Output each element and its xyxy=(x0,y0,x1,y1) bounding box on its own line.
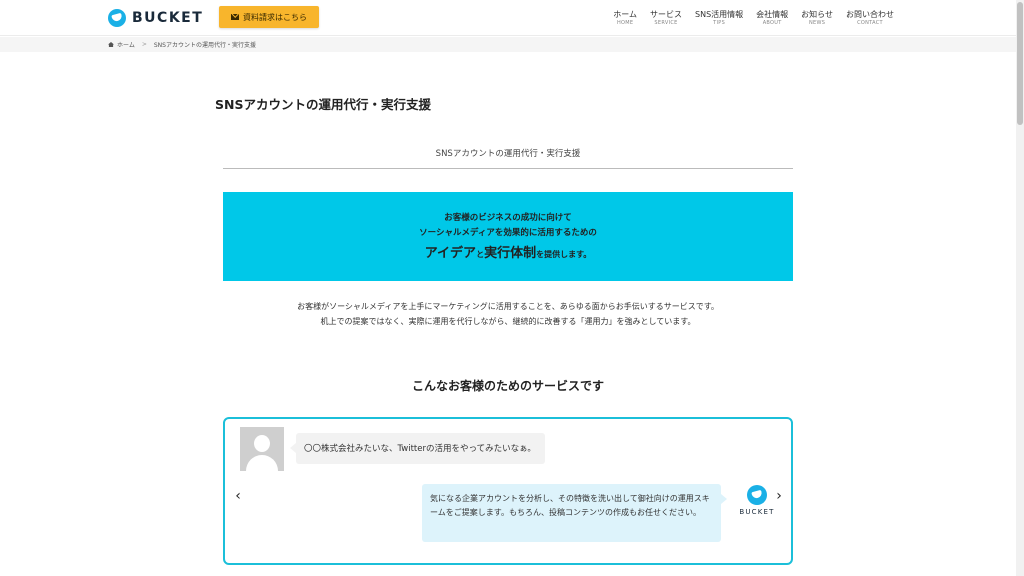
case-carousel: 〇〇株式会社みたいな、Twitterの活用をやってみたいなぁ。 ‹ 気になる企業… xyxy=(223,417,793,565)
banner-line-3: アイデアと実行体制を提供します。 xyxy=(223,242,793,261)
section-heading: SNSアカウントの運用代行・実行支援 xyxy=(435,149,581,159)
breadcrumb-bar: ホーム > SNSアカウントの運用代行・実行支援 xyxy=(0,37,1016,52)
logo-text: BUCKET xyxy=(132,10,204,26)
section-divider xyxy=(223,168,793,169)
bucket-logo-icon xyxy=(747,485,767,505)
bucket-avatar-label: BUCKET xyxy=(739,508,775,516)
nav-label: サービス xyxy=(650,10,683,19)
request-materials-label: 資料請求はこちら xyxy=(243,12,307,22)
breadcrumb-current: SNSアカウントの運用代行・実行支援 xyxy=(153,42,256,49)
banner-line-1: お客様のビジネスの成功に向けて xyxy=(444,213,572,223)
service-description: お客様がソーシャルメディアを上手にマーケティングに活用することを、あらゆる面から… xyxy=(223,299,793,329)
banner-connector: と xyxy=(476,250,485,259)
nav-label: 会社情報 xyxy=(756,10,789,19)
nav-item-tips[interactable]: SNS活用情報 TIPS xyxy=(695,10,743,27)
breadcrumb: ホーム > SNSアカウントの運用代行・実行支援 xyxy=(108,40,256,49)
nav-label: お問い合わせ xyxy=(846,10,894,19)
banner-emphasis-idea: アイデア xyxy=(424,246,477,261)
customer-speech-bubble: 〇〇株式会社みたいな、Twitterの活用をやってみたいなぁ。 xyxy=(290,433,545,464)
bucket-speech-bubble: 気になる企業アカウントを分析し、その特徴を洗い出して御社向けの運用スキームをご提… xyxy=(422,484,727,542)
customer-avatar xyxy=(240,427,284,471)
page-scrollbar[interactable] xyxy=(1016,0,1024,576)
nav-sublabel: CONTACT xyxy=(857,20,883,26)
banner-tail: を提供します。 xyxy=(536,250,592,259)
description-line-1: お客様がソーシャルメディアを上手にマーケティングに活用することを、あらゆる面から… xyxy=(297,302,719,311)
hero-banner: お客様のビジネスの成功に向けて ソーシャルメディアを効果的に活用するための アイ… xyxy=(223,192,793,281)
banner-line-2: ソーシャルメディアを効果的に活用するための xyxy=(419,228,597,238)
nav-sublabel: NEWS xyxy=(808,20,826,26)
main-nav: ホーム HOME サービス SERVICE SNS活用情報 TIPS 会社情報 … xyxy=(613,10,894,27)
description-line-2: 机上での提案ではなく、実際に運用を代行しながら、継続的に改善する「運用力」を強み… xyxy=(320,317,696,326)
carousel-next-button[interactable]: › xyxy=(772,489,786,503)
bucket-logo-icon xyxy=(108,9,126,27)
request-materials-button[interactable]: 資料請求はこちら xyxy=(219,6,319,28)
carousel-prev-button[interactable]: ‹ xyxy=(231,489,245,503)
breadcrumb-home-link[interactable]: ホーム xyxy=(117,40,135,49)
site-header: BUCKET 資料請求はこちら ホーム HOME サービス SERVICE SN… xyxy=(0,0,1016,36)
nav-label: SNS活用情報 xyxy=(695,10,744,19)
avatar-head xyxy=(254,435,270,452)
banner-emphasis-structure: 実行体制 xyxy=(484,246,537,261)
nav-sublabel: ABOUT xyxy=(762,20,782,26)
nav-sublabel: HOME xyxy=(616,20,634,26)
nav-sublabel: SERVICE xyxy=(654,20,678,26)
nav-label: ホーム xyxy=(613,10,638,19)
nav-sublabel: TIPS xyxy=(713,20,726,26)
home-icon xyxy=(108,42,114,47)
nav-item-service[interactable]: サービス SERVICE xyxy=(650,10,682,27)
site-logo[interactable]: BUCKET xyxy=(108,8,203,28)
mail-icon xyxy=(231,14,239,20)
scrollbar-thumb[interactable] xyxy=(1017,2,1023,125)
nav-item-home[interactable]: ホーム HOME xyxy=(613,10,637,27)
avatar-body xyxy=(246,455,278,471)
nav-item-news[interactable]: お知らせ NEWS xyxy=(801,10,833,27)
nav-label: お知らせ xyxy=(801,10,833,19)
page-title: SNSアカウントの運用代行・実行支援 xyxy=(215,97,431,112)
nav-item-contact[interactable]: お問い合わせ CONTACT xyxy=(846,10,894,27)
nav-item-about[interactable]: 会社情報 ABOUT xyxy=(756,10,788,27)
target-customers-heading: こんなお客様のためのサービスです xyxy=(411,379,604,393)
breadcrumb-separator: > xyxy=(141,41,147,48)
